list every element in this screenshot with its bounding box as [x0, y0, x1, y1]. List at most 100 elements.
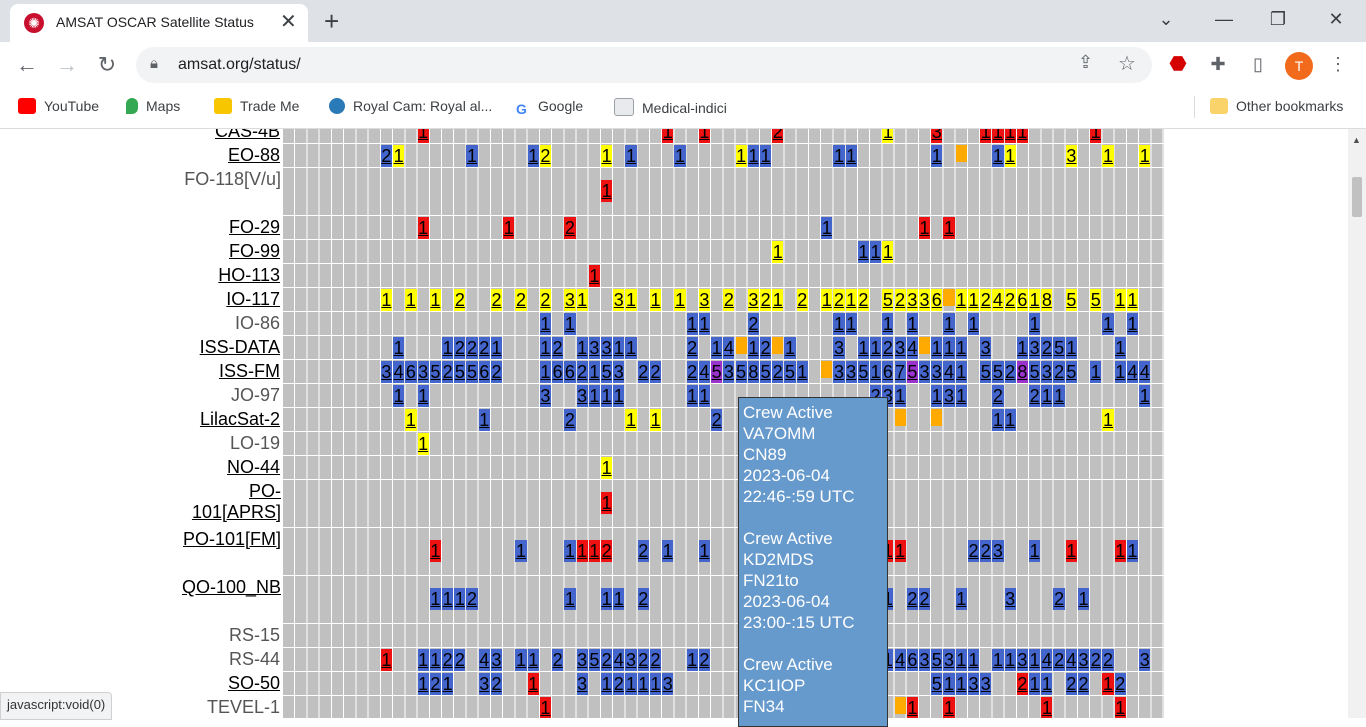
report-cell[interactable]: 5 [931, 673, 943, 695]
report-cell[interactable]: 1 [955, 289, 967, 311]
report-cell[interactable]: 1 [539, 313, 552, 335]
report-cell[interactable]: 1 [870, 361, 882, 383]
scroll-up-arrow-icon[interactable]: ▲ [1352, 135, 1361, 145]
report-cell[interactable]: 4 [723, 337, 735, 359]
report-cell[interactable]: 1 [417, 649, 429, 671]
report-cell[interactable]: 2 [478, 337, 490, 359]
bookmark-trade-me[interactable]: Trade Me [214, 98, 299, 114]
report-cell[interactable]: 3 [613, 361, 625, 383]
report-cell[interactable]: 1 [992, 145, 1004, 167]
report-cell[interactable]: 1 [698, 385, 711, 407]
report-cell[interactable]: 1 [845, 313, 857, 335]
report-cell[interactable]: 1 [1114, 337, 1126, 359]
satellite-name[interactable]: CAS-4B [0, 129, 280, 142]
report-cell[interactable]: 1 [1102, 145, 1114, 167]
report-cell[interactable]: 2 [894, 289, 906, 311]
report-cell[interactable]: 1 [454, 588, 466, 610]
report-cell[interactable]: 1 [380, 649, 393, 671]
satellite-name[interactable]: HO-113 [0, 265, 280, 286]
report-cell[interactable]: 4 [1126, 361, 1139, 383]
report-cell[interactable]: 3 [662, 673, 674, 695]
report-cell[interactable]: 5 [980, 361, 992, 383]
report-cell[interactable]: 1 [1041, 673, 1053, 695]
report-cell[interactable]: 4 [992, 289, 1004, 311]
report-cell[interactable]: 2 [490, 289, 503, 311]
report-cell[interactable]: 3 [967, 673, 980, 695]
reload-icon[interactable]: ↻ [92, 50, 122, 80]
report-cell[interactable]: 1 [821, 217, 833, 239]
report-cell[interactable]: 1 [576, 337, 588, 359]
report-cell[interactable]: 2 [490, 673, 503, 695]
report-cell[interactable]: 1 [417, 129, 429, 143]
report-cell[interactable]: 6 [564, 361, 576, 383]
report-cell[interactable]: 1 [588, 265, 600, 287]
satellite-name[interactable]: EO-88 [0, 145, 280, 166]
report-cell[interactable]: 1 [1029, 289, 1041, 311]
report-cell[interactable]: 3 [417, 361, 429, 383]
new-tab-button[interactable]: + [324, 6, 339, 36]
report-cell[interactable]: 1 [393, 145, 405, 167]
report-cell[interactable]: 1 [833, 145, 845, 167]
report-cell[interactable]: 2 [429, 673, 441, 695]
report-cell[interactable]: 3 [380, 361, 393, 383]
report-cell[interactable]: 2 [1004, 289, 1016, 311]
report-cell[interactable]: 1 [845, 145, 857, 167]
profile-avatar[interactable]: T [1285, 52, 1313, 80]
report-cell[interactable]: 1 [796, 361, 808, 383]
forward-arrow-icon[interactable]: → [52, 50, 82, 80]
report-cell[interactable]: 1 [539, 337, 552, 359]
report-cell[interactable]: 2 [1053, 361, 1065, 383]
report-cell[interactable]: 1 [649, 673, 662, 695]
report-cell[interactable]: 2 [711, 409, 723, 431]
report-cell[interactable]: 1 [857, 241, 870, 263]
bookmark-maps[interactable]: Maps [126, 98, 180, 114]
report-cell[interactable]: 3 [980, 337, 992, 359]
report-cell[interactable]: 1 [600, 385, 613, 407]
report-cell[interactable]: 1 [1114, 697, 1126, 718]
report-cell[interactable]: 3 [833, 361, 845, 383]
report-cell[interactable]: 1 [588, 361, 600, 383]
report-cell[interactable]: 1 [527, 145, 539, 167]
report-cell[interactable]: 1 [698, 129, 711, 143]
report-cell[interactable]: 1 [576, 540, 588, 562]
report-cell[interactable]: 1 [564, 588, 576, 610]
report-cell[interactable]: 5 [1065, 361, 1077, 383]
report-cell[interactable] [772, 337, 784, 354]
report-cell[interactable]: 3 [600, 337, 613, 359]
adblock-extension-icon[interactable]: ⬣ [1164, 50, 1192, 78]
report-cell[interactable]: 3 [588, 337, 600, 359]
report-cell[interactable]: 1 [1102, 673, 1114, 695]
report-cell[interactable]: 1 [955, 337, 967, 359]
report-cell[interactable]: 3 [918, 361, 931, 383]
report-cell[interactable]: 2 [637, 540, 649, 562]
report-cell[interactable]: 2 [576, 361, 588, 383]
report-cell[interactable]: 1 [600, 145, 613, 167]
report-cell[interactable]: 1 [429, 649, 441, 671]
report-cell[interactable]: 3 [539, 385, 552, 407]
report-cell[interactable]: 1 [515, 649, 527, 671]
report-cell[interactable]: 1 [380, 289, 393, 311]
bookmark-google[interactable]: G Google [516, 98, 583, 117]
browser-tab[interactable]: ✺ AMSAT OSCAR Satellite Status ✕ [10, 4, 308, 42]
report-cell[interactable]: 1 [600, 588, 613, 610]
report-cell[interactable]: 1 [943, 313, 955, 335]
report-cell[interactable]: 6 [1016, 289, 1029, 311]
satellite-name[interactable]: IO-117 [0, 289, 280, 310]
report-cell[interactable]: 1 [906, 313, 918, 335]
report-cell[interactable]: 1 [894, 540, 906, 562]
report-cell[interactable]: 1 [417, 217, 429, 239]
satellite-name[interactable]: FO-99 [0, 241, 280, 262]
report-cell[interactable]: 1 [576, 289, 588, 311]
report-cell[interactable]: 2 [649, 649, 662, 671]
report-cell[interactable]: 5 [931, 649, 943, 671]
report-cell[interactable]: 1 [857, 337, 870, 359]
report-cell[interactable] [931, 409, 943, 426]
report-cell[interactable]: 3 [564, 289, 576, 311]
report-cell[interactable]: 3 [1016, 649, 1029, 671]
report-cell[interactable]: 1 [490, 337, 503, 359]
bookmark-star-icon[interactable]: ☆ [1118, 51, 1136, 76]
report-cell[interactable]: 2 [637, 588, 649, 610]
report-cell[interactable]: 3 [747, 289, 759, 311]
report-cell[interactable]: 1 [588, 540, 600, 562]
report-cell[interactable]: 2 [515, 289, 527, 311]
